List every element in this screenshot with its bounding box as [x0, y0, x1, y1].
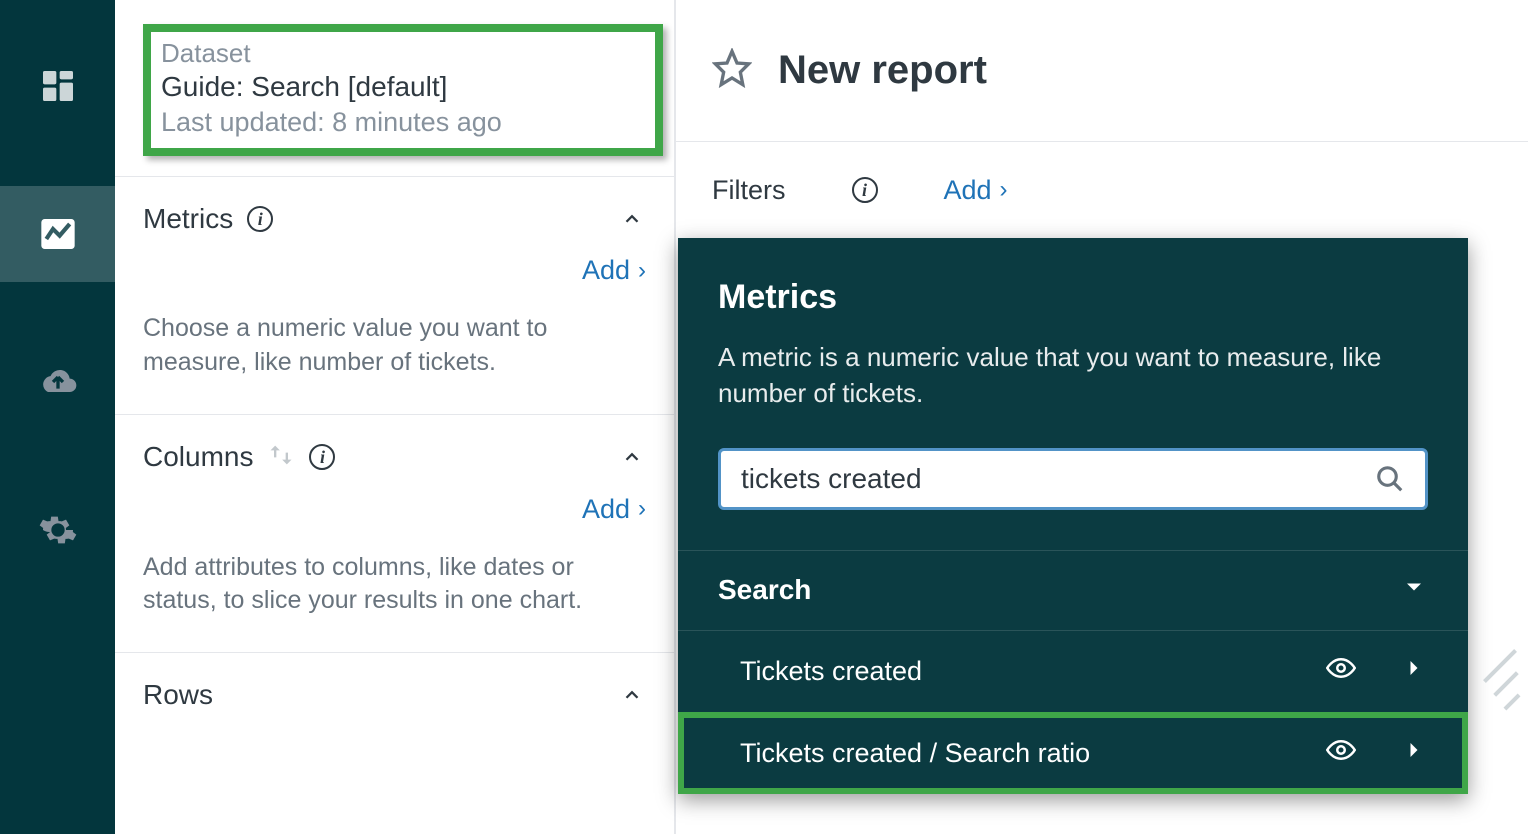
picker-title: Metrics	[718, 278, 1428, 317]
chevron-right-icon	[1400, 654, 1428, 682]
chevron-right-icon	[1400, 736, 1428, 764]
metric-item-label: Tickets created	[740, 656, 922, 687]
add-column-label: Add	[582, 494, 630, 525]
titlebar: New report	[676, 0, 1528, 142]
swap-icon[interactable]	[267, 441, 295, 474]
expand-button[interactable]	[1400, 654, 1428, 689]
picker-description: A metric is a numeric value that you wan…	[718, 339, 1398, 412]
nav-settings[interactable]	[0, 482, 115, 578]
dataset-label: Dataset	[161, 38, 645, 69]
info-icon[interactable]: i	[247, 206, 273, 232]
chevron-down-icon	[1400, 573, 1428, 601]
nav-reports[interactable]	[0, 186, 115, 282]
favorite-button[interactable]	[712, 48, 752, 93]
metric-group-label: Search	[718, 574, 811, 606]
dataset-name: Guide: Search [default]	[161, 71, 645, 103]
metric-group-search[interactable]: Search	[678, 550, 1468, 630]
collapse-columns[interactable]	[618, 443, 646, 471]
search-icon	[1375, 464, 1405, 494]
dataset-updated: Last updated: 8 minutes ago	[161, 107, 645, 138]
dataset-box[interactable]: Dataset Guide: Search [default] Last upd…	[143, 24, 663, 156]
section-metrics: Metrics i Add › Choose a numeric value y…	[115, 176, 674, 414]
eye-icon	[1326, 653, 1356, 683]
star-icon	[712, 48, 752, 88]
chevron-up-icon	[621, 208, 643, 230]
expand-button[interactable]	[1400, 736, 1428, 771]
upload-icon	[38, 362, 78, 402]
config-panel: Dataset Guide: Search [default] Last upd…	[115, 0, 675, 834]
filters-label: Filters	[712, 175, 786, 206]
add-column-link[interactable]: Add ›	[582, 494, 646, 525]
metric-group-list: Search Tickets created Tickets created /…	[678, 550, 1468, 794]
metrics-help: Choose a numeric value you want to measu…	[143, 312, 643, 380]
group-toggle[interactable]	[1400, 573, 1428, 608]
swap-arrows-icon	[267, 441, 295, 469]
info-icon[interactable]: i	[852, 177, 878, 203]
chevron-right-icon: ›	[638, 495, 646, 523]
dashboard-icon	[38, 66, 78, 106]
add-metric-link[interactable]: Add ›	[582, 255, 646, 286]
resize-handle[interactable]	[1468, 664, 1528, 724]
eye-icon	[1326, 735, 1356, 765]
metric-search-wrap	[718, 448, 1428, 510]
add-metric-label: Add	[582, 255, 630, 286]
rows-title: Rows	[143, 679, 213, 711]
add-filter-label: Add	[944, 175, 992, 206]
reports-icon	[38, 214, 78, 254]
filters-bar: Filters i Add ›	[676, 142, 1528, 238]
metric-picker-panel: Metrics A metric is a numeric value that…	[678, 238, 1468, 794]
collapse-metrics[interactable]	[618, 205, 646, 233]
chevron-up-icon	[621, 684, 643, 706]
info-icon[interactable]: i	[309, 444, 335, 470]
metric-item-tickets-created[interactable]: Tickets created	[678, 630, 1468, 712]
metric-item-tickets-created-search-ratio[interactable]: Tickets created / Search ratio	[678, 712, 1468, 794]
chevron-up-icon	[621, 446, 643, 468]
gear-icon	[38, 510, 78, 550]
preview-button[interactable]	[1326, 735, 1356, 772]
columns-help: Add attributes to columns, like dates or…	[143, 551, 643, 619]
metric-search-input[interactable]	[741, 463, 1375, 495]
metrics-title: Metrics	[143, 203, 233, 235]
preview-button[interactable]	[1326, 653, 1356, 690]
nav-upload[interactable]	[0, 334, 115, 430]
collapse-rows[interactable]	[618, 681, 646, 709]
nav-dashboard[interactable]	[0, 38, 115, 134]
columns-title: Columns	[143, 441, 253, 473]
nav-rail	[0, 0, 115, 834]
chevron-right-icon: ›	[1000, 176, 1008, 204]
section-columns: Columns i Add › Add attributes to column…	[115, 414, 674, 653]
report-title: New report	[778, 48, 987, 93]
add-filter-link[interactable]: Add ›	[944, 175, 1008, 206]
chevron-right-icon: ›	[638, 257, 646, 285]
section-rows: Rows	[115, 652, 674, 711]
metric-item-label: Tickets created / Search ratio	[740, 738, 1090, 769]
